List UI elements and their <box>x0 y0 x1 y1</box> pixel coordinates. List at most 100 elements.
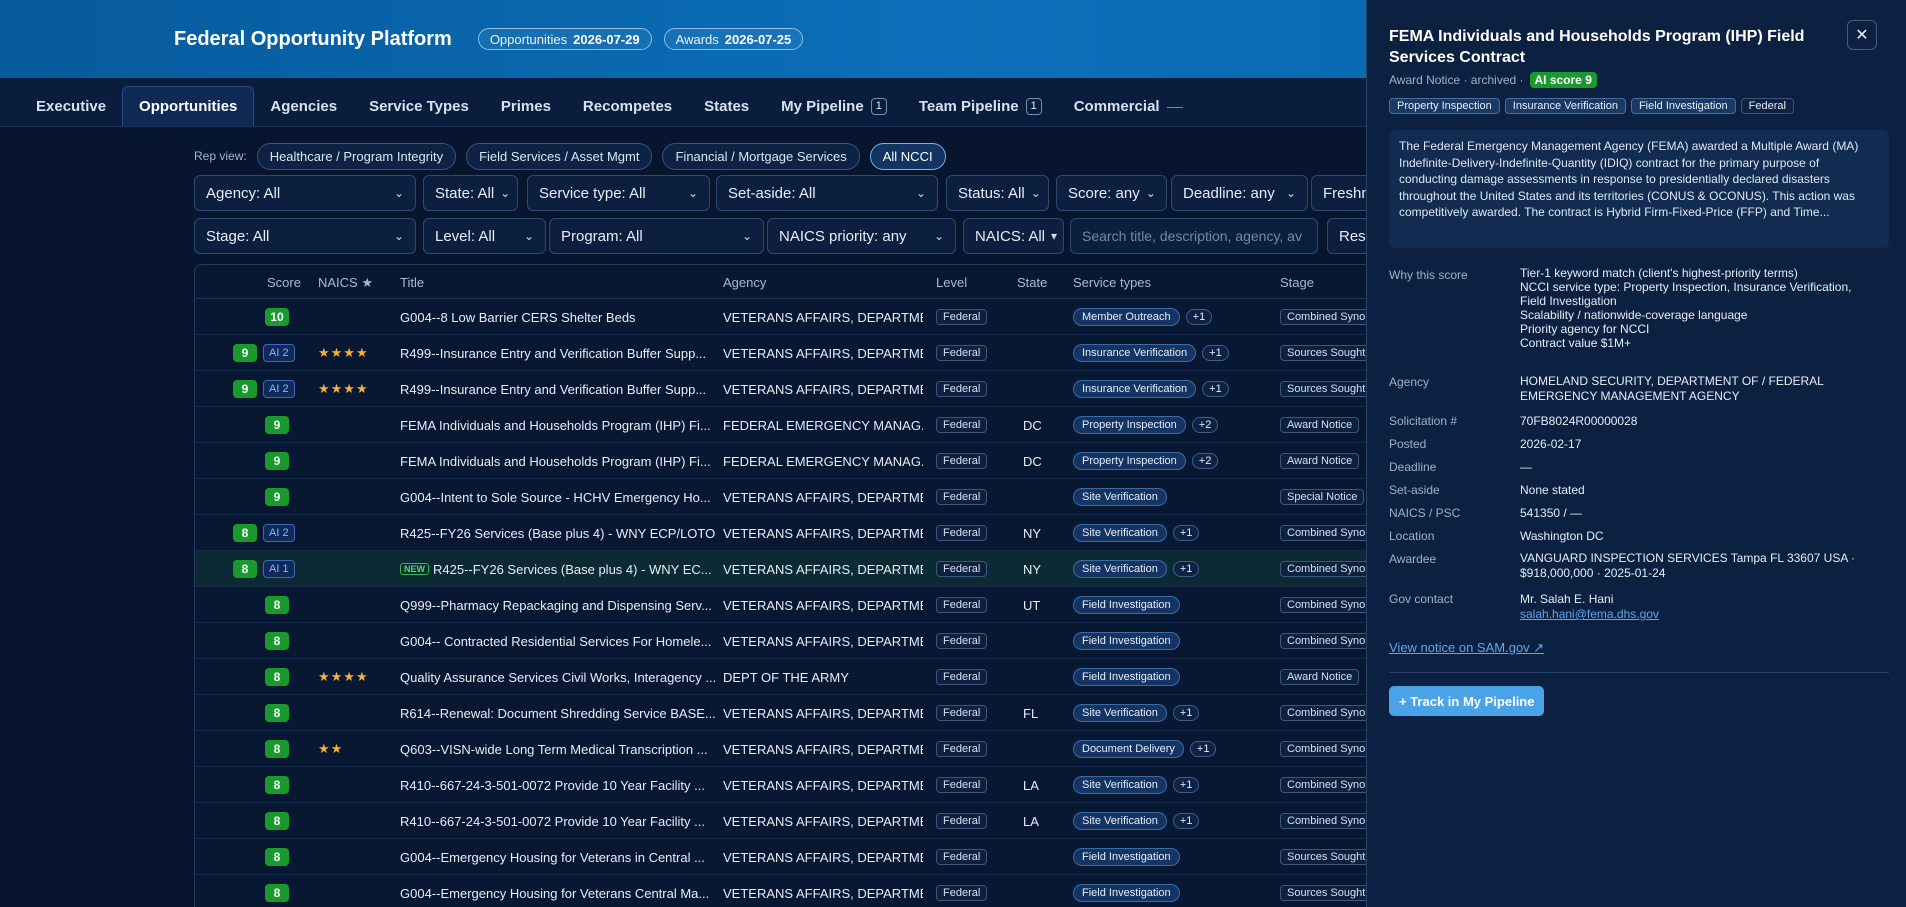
col-naics[interactable]: NAICS ★ <box>318 275 373 291</box>
search-input[interactable]: Search title, description, agency, av <box>1070 218 1318 254</box>
table-row[interactable]: 8 G004-- Contracted Residential Services … <box>195 623 1373 659</box>
table-row[interactable]: 9 FEMA Individuals and Households Program… <box>195 407 1373 443</box>
track-pipeline-button[interactable]: + Track in My Pipeline <box>1389 686 1545 716</box>
opportunity-title[interactable]: R425--FY26 Services (Base plus 4) - WNY … <box>400 526 715 541</box>
table-row[interactable]: 8 ★★★★ Quality Assurance Services Civil Wo… <box>195 659 1373 695</box>
table-row[interactable]: 8 Q999--Pharmacy Repackaging and Dispensi… <box>195 587 1373 623</box>
col-agency[interactable]: Agency <box>723 275 766 290</box>
col-title[interactable]: Title <box>400 275 424 290</box>
filter-value: Program: All <box>561 227 643 245</box>
set-aside-filter[interactable]: Set-aside: All ⌄ <box>716 175 938 211</box>
status-filter[interactable]: Status: All ⌄ <box>946 175 1049 211</box>
service-type-filter[interactable]: Service type: All ⌄ <box>527 175 710 211</box>
table-row[interactable]: 9 FEMA Individuals and Households Program… <box>195 443 1373 479</box>
opportunity-title[interactable]: Q603--VISN-wide Long Term Medical Transc… <box>400 742 708 757</box>
tab-primes[interactable]: Primes <box>485 86 567 126</box>
table-row[interactable]: 8 G004--Emergency Housing for Veterans in… <box>195 839 1373 875</box>
deadline-filter[interactable]: Deadline: any ⌄ <box>1171 175 1308 211</box>
agency-filter[interactable]: Agency: All ⌄ <box>194 175 416 211</box>
agency-name: VETERANS AFFAIRS, DEPARTME... <box>723 849 923 865</box>
table-row[interactable]: 8 AI 1 NEW R425--FY26 Services (Base plus 4… <box>195 551 1373 587</box>
tab-executive[interactable]: Executive <box>20 86 122 126</box>
opportunity-title[interactable]: G004--Emergency Housing for Veterans in … <box>400 850 705 865</box>
rep-view-field-services[interactable]: Field Services / Asset Mgmt <box>466 142 653 170</box>
table-row[interactable]: 8 R410--667-24-3-501-0072 Provide 10 Year… <box>195 803 1373 839</box>
table-row[interactable]: 8 AI 2 R425--FY26 Services (Base plus 4) -… <box>195 515 1373 551</box>
opportunity-title[interactable]: G004-- Contracted Residential Services F… <box>400 634 711 649</box>
gov-contact: Mr. Salah E. Hani salah.hani@fema.dhs.go… <box>1520 592 1880 622</box>
col-service-types[interactable]: Service types <box>1073 275 1151 290</box>
table-row[interactable]: 9 AI 2 ★★★★ R499--Insurance Entry and Verif… <box>195 371 1373 407</box>
opportunity-title[interactable]: R614--Renewal: Document Shredding Servic… <box>400 706 715 721</box>
tab-opportunities[interactable]: Opportunities <box>122 86 255 126</box>
level-filter[interactable]: Level: All ⌄ <box>423 218 546 254</box>
tab-agencies[interactable]: Agencies <box>254 86 353 126</box>
opportunity-title[interactable]: G004--Emergency Housing for Veterans Cen… <box>400 886 709 901</box>
opportunity-title[interactable]: R499--Insurance Entry and Verification B… <box>400 346 706 361</box>
service-types-cell: Property Inspection +2 <box>1073 443 1273 479</box>
level-cell: Federal <box>936 587 1006 623</box>
score-badge: 8 <box>265 776 289 794</box>
state-code: DC <box>1023 453 1042 469</box>
table-row[interactable]: 8 G004--Emergency Housing for Veterans Ce… <box>195 875 1373 907</box>
score-cell: 9 AI 2 <box>233 335 323 371</box>
table-row[interactable]: 8 ★★ Q603--VISN-wide Long Term Medical Tra… <box>195 731 1373 767</box>
agency-cell: VETERANS AFFAIRS, DEPARTME... <box>723 479 923 515</box>
state-filter[interactable]: State: All ⌄ <box>423 175 518 211</box>
sam-gov-link[interactable]: View notice on SAM.gov ↗ <box>1389 640 1544 656</box>
col-state[interactable]: State <box>1017 275 1047 290</box>
chevron-down-icon: ⌄ <box>741 229 752 243</box>
opportunity-title[interactable]: R499--Insurance Entry and Verification B… <box>400 382 706 397</box>
chevron-down-icon: ⌄ <box>1145 186 1156 200</box>
state-code: DC <box>1023 417 1042 433</box>
opportunity-title[interactable]: R425--FY26 Services (Base plus 4) - WNY … <box>433 562 712 577</box>
tab-states[interactable]: States <box>688 86 765 126</box>
tab-my-pipeline[interactable]: My Pipeline 1 <box>765 86 903 126</box>
more-services-chip: +2 <box>1191 453 1219 469</box>
close-button[interactable]: ✕ <box>1847 20 1877 50</box>
naics-stars-cell <box>318 839 388 875</box>
opportunity-title[interactable]: G004--8 Low Barrier CERS Shelter Beds <box>400 310 636 325</box>
tab-commercial[interactable]: Commercial <box>1058 86 1199 126</box>
program-filter[interactable]: Program: All ⌄ <box>549 218 764 254</box>
col-score[interactable]: Score <box>267 275 301 290</box>
col-stage[interactable]: Stage <box>1280 275 1314 290</box>
rep-view-financial[interactable]: Financial / Mortgage Services <box>662 142 860 170</box>
table-row[interactable]: 8 R410--667-24-3-501-0072 Provide 10 Year… <box>195 767 1373 803</box>
filter-value: State: All <box>435 184 495 202</box>
freshness-filter[interactable]: Freshn <box>1311 175 1371 211</box>
opportunity-title[interactable]: G004--Intent to Sole Source - HCHV Emerg… <box>400 490 711 505</box>
more-services-chip: +1 <box>1172 561 1200 577</box>
service-type-chip: Site Verification <box>1073 524 1167 542</box>
col-level[interactable]: Level <box>936 275 967 290</box>
naics-filter[interactable]: NAICS: All ▾ <box>963 218 1064 254</box>
opportunity-title[interactable]: Quality Assurance Services Civil Works, … <box>400 670 715 685</box>
filter-value: Stage: All <box>206 227 270 245</box>
service-types-cell: Site Verification <box>1073 479 1273 515</box>
tab-team-pipeline[interactable]: Team Pipeline 1 <box>903 86 1058 126</box>
table-row[interactable]: 9 AI 2 ★★★★ R499--Insurance Entry and Verif… <box>195 335 1373 371</box>
opportunity-title[interactable]: FEMA Individuals and Households Program … <box>400 418 711 433</box>
opportunity-title[interactable]: R410--667-24-3-501-0072 Provide 10 Year … <box>400 778 705 793</box>
opportunity-title[interactable]: FEMA Individuals and Households Program … <box>400 454 711 469</box>
tab-recompetes[interactable]: Recompetes <box>567 86 688 126</box>
rep-view-healthcare[interactable]: Healthcare / Program Integrity <box>256 142 457 170</box>
table-row[interactable]: 8 R614--Renewal: Document Shredding Servi… <box>195 695 1373 731</box>
agency-name: VETERANS AFFAIRS, DEPARTME... <box>723 597 923 613</box>
level-badge: Federal <box>936 741 988 757</box>
title-cell: R499--Insurance Entry and Verification B… <box>400 335 715 371</box>
why-reason: Priority agency for NCCI <box>1520 322 1650 336</box>
reset-button[interactable]: Rese <box>1327 218 1371 254</box>
opportunity-title[interactable]: Q999--Pharmacy Repackaging and Dispensin… <box>400 598 712 613</box>
rep-view-all-ncci[interactable]: All NCCI <box>869 142 946 170</box>
contact-email-link[interactable]: salah.hani@fema.dhs.gov <box>1520 607 1880 622</box>
stage-filter[interactable]: Stage: All ⌄ <box>194 218 416 254</box>
agency-name: FEDERAL EMERGENCY MANAG... <box>723 453 923 469</box>
table-row[interactable]: 10 G004--8 Low Barrier CERS Shelter Beds V… <box>195 299 1373 335</box>
opportunity-title[interactable]: R410--667-24-3-501-0072 Provide 10 Year … <box>400 814 705 829</box>
table-row[interactable]: 9 G004--Intent to Sole Source - HCHV Emer… <box>195 479 1373 515</box>
score-filter[interactable]: Score: any ⌄ <box>1056 175 1167 211</box>
naics-priority-filter[interactable]: NAICS priority: any ⌄ <box>767 218 956 254</box>
tab-service-types[interactable]: Service Types <box>353 86 485 126</box>
naics-stars-cell <box>318 407 388 443</box>
